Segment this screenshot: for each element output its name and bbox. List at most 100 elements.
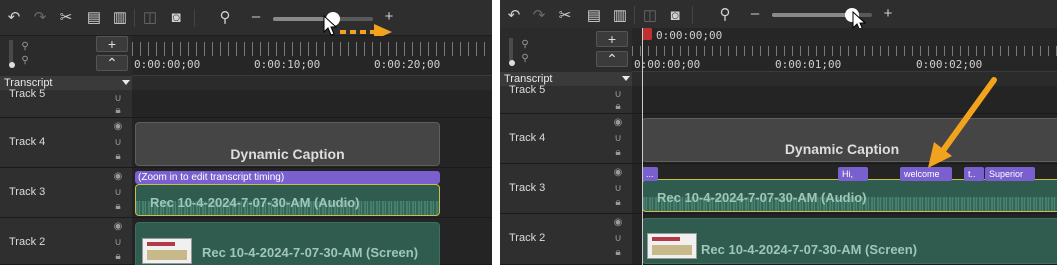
playhead-time: 0:00:00;00	[656, 29, 723, 42]
magnet-icon[interactable]: ∪	[112, 238, 124, 248]
ruler-ticks	[632, 46, 1057, 56]
undo-icon[interactable]: ↶	[504, 6, 524, 26]
playhead-handle[interactable]	[642, 28, 652, 40]
zoom-icon: ⚲	[719, 6, 731, 23]
zoom-out-button[interactable]: –	[745, 4, 765, 24]
magnify-small-icon: ⚲	[21, 41, 29, 52]
track-header[interactable]: Track 5 ∪ 🔒︎	[500, 84, 632, 114]
magnet-icon[interactable]: ∪	[112, 94, 124, 104]
split-icon[interactable]: ◫	[140, 8, 160, 28]
track-height-handle[interactable]	[509, 60, 515, 66]
timeline-panel-right: ↶ ↷ ✂ ▤ ▥ ◫ ◙ ⚲ – + ⚲ ⚲ + ⌃ 0:00:00;00 0…	[500, 0, 1057, 265]
toolbar-divider	[194, 9, 195, 27]
ruler-label: 0:00:01;00	[775, 58, 842, 71]
paste-icon[interactable]: ▥	[110, 8, 130, 28]
lock-icon[interactable]: 🔒︎	[612, 148, 624, 158]
cut-icon[interactable]: ✂	[56, 8, 76, 28]
eye-icon[interactable]: ◉	[612, 118, 624, 128]
lock-icon[interactable]: 🔒︎	[112, 202, 124, 212]
zoom-icon: ⚲	[219, 9, 231, 26]
screen-clip[interactable]: Rec 10-4-2024-7-07-30-AM (Screen)	[642, 218, 1057, 264]
track-header[interactable]: Track 2 ◉ ∪ 🔒︎	[500, 214, 632, 265]
lock-icon[interactable]: 🔒︎	[112, 106, 124, 116]
lock-icon[interactable]: 🔒︎	[112, 152, 124, 162]
split-icon[interactable]: ◫	[640, 6, 660, 26]
add-track-button[interactable]: +	[96, 36, 128, 52]
cut-icon[interactable]: ✂	[555, 6, 575, 26]
eye-icon[interactable]: ◉	[612, 168, 624, 178]
chevron-down-icon[interactable]	[622, 76, 630, 81]
track-name: Track 4	[9, 136, 46, 148]
magnet-icon[interactable]: ∪	[612, 184, 624, 194]
zoom-out-button[interactable]: –	[246, 7, 266, 27]
transcript-word[interactable]: ...	[642, 167, 658, 181]
timeline-panel-left: ↶ ↷ ✂ ▤ ▥ ◫ ◙ ⚲ – + ⚲ ⚲ + ⌃ 0:00:00;00 0…	[0, 0, 492, 265]
snapshot-icon[interactable]: ◙	[166, 8, 186, 28]
track-header[interactable]: Track 4 ◉ ∪ 🔒︎	[500, 114, 632, 164]
lock-icon[interactable]: 🔒︎	[612, 198, 624, 208]
time-ruler[interactable]: 0:00:00;00 0:00:00;00 0:00:01;00 0:00:02…	[632, 28, 1057, 72]
toolbar-divider	[692, 6, 693, 24]
track-height-slider[interactable]	[509, 38, 513, 62]
magnet-icon[interactable]: ∪	[112, 188, 124, 198]
track-header[interactable]: Track 3 ◉ ∪ 🔒︎	[0, 168, 132, 218]
copy-icon[interactable]: ▤	[584, 6, 604, 26]
zoom-slider-fill	[772, 13, 852, 17]
transcript-word[interactable]: Hi,	[838, 167, 868, 181]
dynamic-caption-clip[interactable]: Dynamic Caption	[135, 122, 440, 166]
zoom-in-button[interactable]: +	[878, 4, 898, 24]
eye-icon[interactable]: ◉	[112, 222, 124, 232]
ruler-label: 0:00:00;00	[634, 58, 701, 71]
audio-clip[interactable]: Rec 10-4-2024-7-07-30-AM (Audio)	[135, 184, 440, 216]
screen-clip[interactable]: Rec 10-4-2024-7-07-30-AM (Screen)	[135, 222, 440, 265]
magnet-icon[interactable]: ∪	[612, 234, 624, 244]
snapshot-icon[interactable]: ◙	[665, 6, 685, 26]
track-lane[interactable]	[132, 90, 492, 118]
ruler-label: 0:00:20;00	[374, 58, 441, 71]
cursor-icon	[323, 14, 338, 36]
magnet-icon[interactable]: ∪	[112, 138, 124, 148]
lock-icon[interactable]: 🔒︎	[612, 102, 624, 112]
timeline-toolbar: ↶ ↷ ✂ ▤ ▥ ◫ ◙ ⚲ – +	[0, 0, 492, 40]
time-ruler[interactable]: 0:00:00;00 0:00:10;00 0:00:20;00	[132, 36, 492, 76]
track-header[interactable]: Track 5 ∪ 🔒︎	[0, 88, 132, 118]
track-controls: ⚲ ⚲ + ⌃	[500, 28, 632, 72]
ruler-label: 0:00:10;00	[254, 58, 321, 71]
eye-icon[interactable]: ◉	[112, 172, 124, 182]
track-lane[interactable]: (Zoom in to edit transcript timing) Rec …	[132, 168, 492, 218]
track-lane[interactable]: Dynamic Caption	[132, 118, 492, 168]
ruler-ticks	[132, 42, 492, 56]
track-name: Track 5	[9, 88, 46, 100]
magnet-icon[interactable]: ∪	[612, 134, 624, 144]
track-header[interactable]: Track 4 ◉ ∪ 🔒︎	[0, 118, 132, 168]
magnet-icon[interactable]: ∪	[612, 90, 624, 100]
chevron-down-icon[interactable]	[122, 80, 130, 85]
track-header[interactable]: Track 2 ◉ ∪ 🔒︎	[0, 218, 132, 265]
magnify-large-icon: ⚲	[21, 55, 29, 66]
track-lane[interactable]: Rec 10-4-2024-7-07-30-AM (Screen)	[132, 218, 492, 265]
track-lane[interactable]: Rec 10-4-2024-7-07-30-AM (Screen)	[632, 214, 1057, 265]
add-track-button[interactable]: +	[596, 31, 628, 47]
clip-title: Rec 10-4-2024-7-07-30-AM (Screen)	[202, 245, 419, 260]
toolbar-divider	[134, 9, 135, 27]
track-name: Track 5	[509, 84, 546, 96]
track-header[interactable]: Track 3 ◉ ∪ 🔒︎	[500, 164, 632, 214]
playhead-line[interactable]	[642, 28, 643, 265]
collapse-button[interactable]: ⌃	[96, 55, 128, 71]
undo-icon[interactable]: ↶	[4, 8, 24, 28]
collapse-button[interactable]: ⌃	[596, 51, 628, 67]
eye-icon[interactable]: ◉	[612, 218, 624, 228]
redo-icon[interactable]: ↷	[30, 8, 50, 28]
paste-icon[interactable]: ▥	[610, 6, 630, 26]
transcript-bar[interactable]: (Zoom in to edit transcript timing)	[135, 171, 440, 184]
audio-clip[interactable]: Rec 10-4-2024-7-07-30-AM (Audio)	[642, 179, 1057, 212]
lock-icon[interactable]: 🔒︎	[112, 252, 124, 262]
copy-icon[interactable]: ▤	[84, 8, 104, 28]
redo-icon[interactable]: ↷	[529, 6, 549, 26]
lock-icon[interactable]: 🔒︎	[612, 248, 624, 258]
eye-icon[interactable]: ◉	[112, 122, 124, 132]
track-height-handle[interactable]	[9, 62, 15, 68]
track-controls: ⚲ ⚲ + ⌃	[0, 36, 132, 76]
clip-thumbnail	[647, 233, 697, 259]
track-height-slider[interactable]	[9, 40, 13, 64]
